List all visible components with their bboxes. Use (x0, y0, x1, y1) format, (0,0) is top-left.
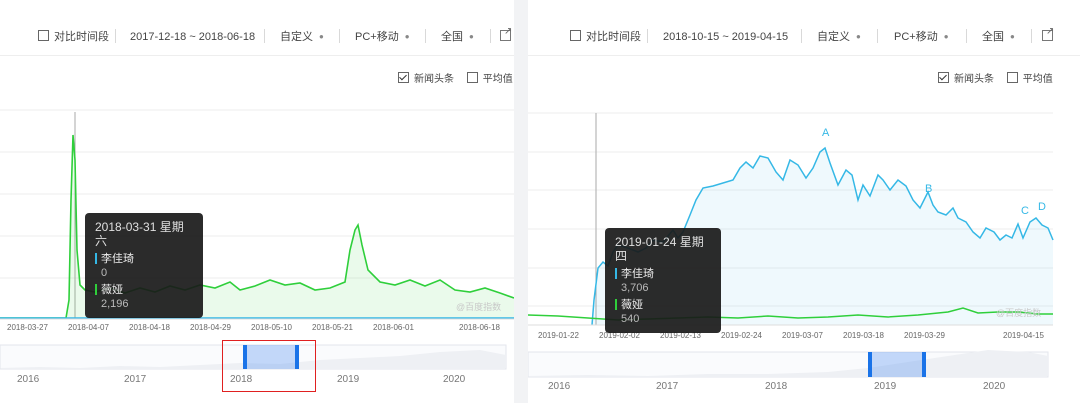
annotation-b[interactable]: B (925, 183, 932, 195)
year-tick: 2016 (17, 374, 40, 385)
x-tick: 2018-04-07 (68, 323, 109, 332)
brush-handle-right[interactable] (922, 352, 926, 377)
annotation-d[interactable]: D (1038, 201, 1046, 213)
baidu-index-watermark: @百度指数 (456, 302, 502, 312)
right-index-panel: 对比时间段 2018-10-15 ~ 2019-04-15 自定义 ● PC+移动… (528, 0, 1080, 403)
year-tick: 2018 (765, 381, 788, 392)
annotation-c[interactable]: C (1021, 205, 1029, 217)
x-tick: 2018-06-01 (373, 323, 414, 332)
tooltip-series2-value: 2,196 (101, 298, 129, 310)
tooltip-series2-name: 薇娅 (615, 298, 711, 312)
brush-selection[interactable] (870, 352, 923, 377)
year-tick: 2016 (548, 381, 571, 392)
year-tick: 2017 (656, 381, 679, 392)
tooltip-series1-value: 3,706 (621, 282, 649, 294)
tooltip-series2-name: 薇娅 (95, 283, 193, 297)
right-tooltip: 2019-01-24 星期四 李佳琦 3,706 薇娅 540 (605, 228, 721, 333)
left-tooltip: 2018-03-31 星期六 李佳琦 0 薇娅 2,196 (85, 213, 203, 318)
highlight-box (222, 340, 316, 392)
annotation-a[interactable]: A (822, 127, 830, 139)
year-tick: 2019 (874, 381, 897, 392)
x-tick: 2019-01-22 (538, 331, 579, 340)
x-tick: 2018-05-10 (251, 323, 292, 332)
brush-handle-left[interactable] (868, 352, 872, 377)
x-tick: 2018-04-18 (129, 323, 170, 332)
baidu-index-watermark: @百度指数 (996, 308, 1042, 318)
x-tick: 2018-03-27 (7, 323, 48, 332)
x-tick: 2019-04-15 (1003, 331, 1044, 340)
tooltip-series1-name: 李佳琦 (95, 252, 193, 266)
x-tick: 2018-05-21 (312, 323, 353, 332)
left-index-panel: 对比时间段 2017-12-18 ~ 2018-06-18 自定义 ● PC+移动… (0, 0, 514, 403)
year-tick: 2020 (443, 374, 466, 385)
panel-gap (514, 0, 528, 403)
year-tick: 2019 (337, 374, 360, 385)
x-tick: 2018-04-29 (190, 323, 231, 332)
tooltip-date: 2018-03-31 星期六 (95, 220, 184, 248)
year-tick: 2020 (983, 381, 1006, 392)
right-chart[interactable]: A B C D (528, 0, 1080, 403)
tooltip-date: 2019-01-24 星期四 (615, 235, 704, 263)
x-tick: 2019-03-07 (782, 331, 823, 340)
x-tick: 2019-03-29 (904, 331, 945, 340)
tooltip-series1-value: 0 (101, 267, 108, 279)
tooltip-series2-value: 540 (621, 313, 640, 325)
tooltip-series1-name: 李佳琦 (615, 267, 711, 281)
x-tick: 2019-02-24 (721, 331, 762, 340)
x-tick: 2018-06-18 (459, 323, 500, 332)
x-tick: 2019-03-18 (843, 331, 884, 340)
year-tick: 2017 (124, 374, 147, 385)
